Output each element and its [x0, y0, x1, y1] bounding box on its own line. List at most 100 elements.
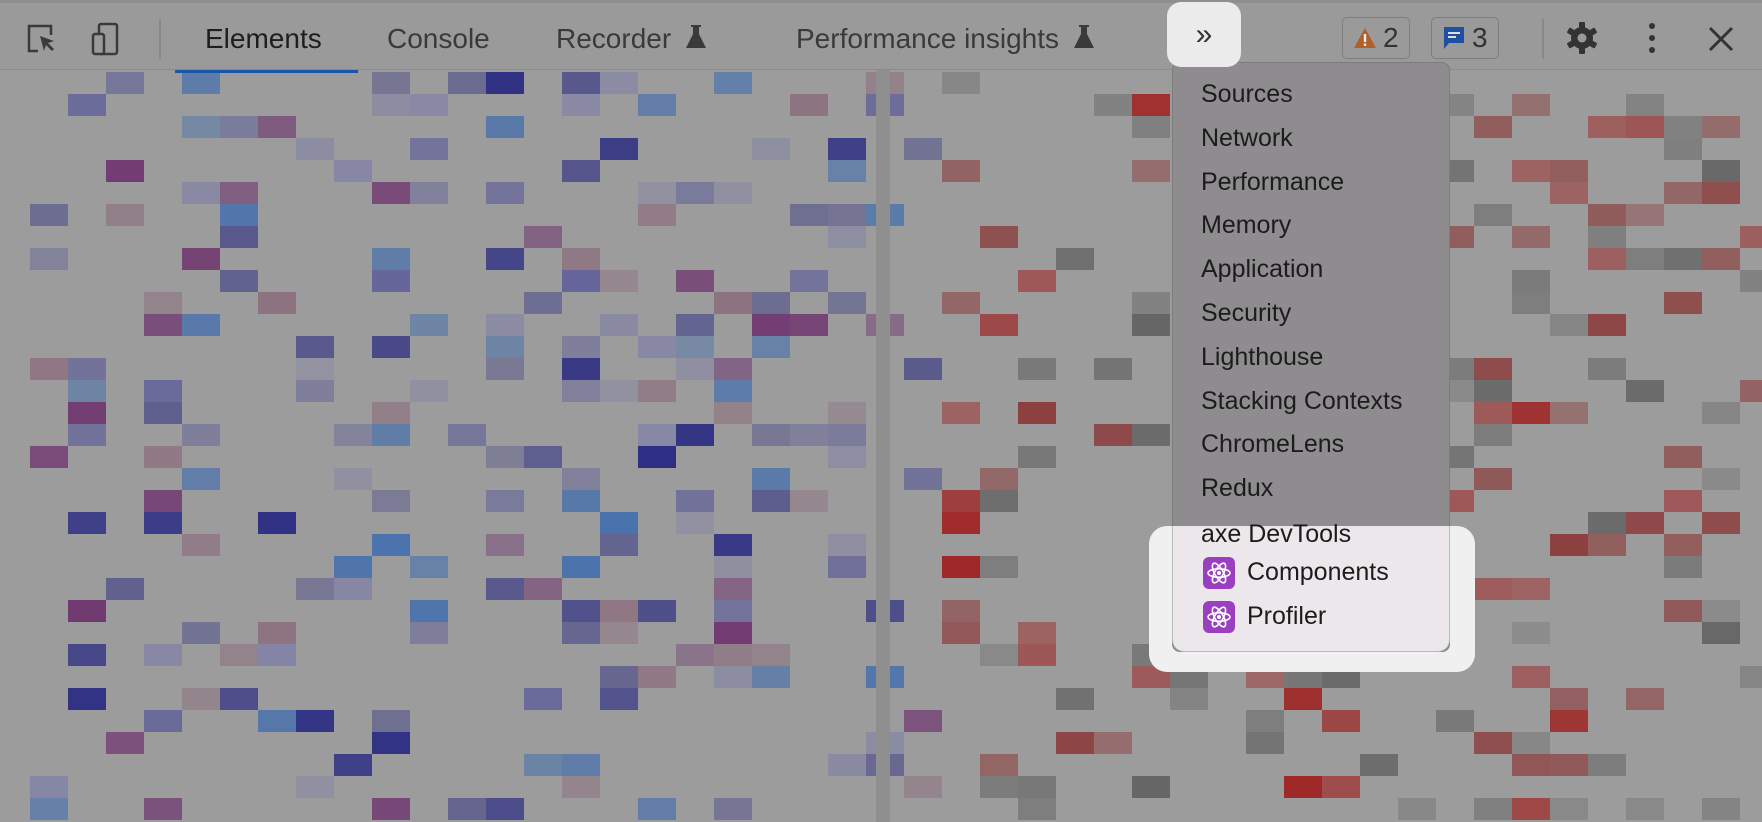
- blurred-pixel: [562, 380, 600, 402]
- blurred-pixel: [1018, 358, 1056, 380]
- blurred-pixel: [942, 160, 980, 182]
- blurred-pixel: [828, 556, 866, 578]
- blurred-pixel: [486, 248, 524, 270]
- blurred-pixel: [1740, 666, 1762, 688]
- blurred-pixel: [524, 446, 562, 468]
- menu-item-redux[interactable]: Redux: [1201, 474, 1273, 503]
- panel-splitter[interactable]: [876, 70, 890, 822]
- blurred-pixel: [1474, 402, 1512, 424]
- warnings-badge[interactable]: 2: [1342, 17, 1410, 59]
- menu-item-lighthouse[interactable]: Lighthouse: [1201, 343, 1323, 372]
- blurred-pixel: [562, 248, 600, 270]
- blurred-pixel: [410, 556, 448, 578]
- blurred-pixel: [1474, 468, 1512, 490]
- menu-item-memory[interactable]: Memory: [1201, 211, 1291, 240]
- tab-performance-insights[interactable]: Performance insights: [796, 23, 1095, 55]
- messages-badge[interactable]: 3: [1431, 17, 1499, 59]
- blurred-pixel: [1702, 622, 1740, 644]
- blurred-pixel: [182, 314, 220, 336]
- blurred-pixel: [980, 314, 1018, 336]
- blurred-pixel: [1626, 94, 1664, 116]
- blurred-pixel: [220, 116, 258, 138]
- gear-icon[interactable]: [1564, 20, 1600, 56]
- menu-item-chromelens[interactable]: ChromeLens: [1201, 430, 1344, 459]
- blurred-pixel: [410, 182, 448, 204]
- blurred-pixel: [752, 292, 790, 314]
- menu-item-stacking-contexts[interactable]: Stacking Contexts: [1201, 387, 1403, 416]
- more-tabs-button[interactable]: »: [1167, 2, 1241, 67]
- blurred-pixel: [904, 776, 942, 798]
- blurred-pixel: [1056, 732, 1094, 754]
- device-toolbar-icon[interactable]: [88, 21, 124, 57]
- blurred-pixel: [1626, 116, 1664, 138]
- blurred-pixel: [372, 710, 410, 732]
- blurred-pixel: [106, 578, 144, 600]
- menu-item-sources[interactable]: Sources: [1201, 80, 1293, 109]
- blurred-pixel: [562, 600, 600, 622]
- blurred-pixel: [1474, 380, 1512, 402]
- blurred-pixel: [1512, 798, 1550, 820]
- blurred-pixel: [30, 204, 68, 226]
- blurred-pixel: [1474, 578, 1512, 600]
- blurred-pixel: [182, 688, 220, 710]
- blurred-pixel: [600, 666, 638, 688]
- blurred-pixel: [638, 182, 676, 204]
- blurred-pixel: [30, 358, 68, 380]
- blurred-pixel: [30, 248, 68, 270]
- blurred-pixel: [676, 490, 714, 512]
- toolbar-divider: [159, 19, 161, 59]
- blurred-pixel: [296, 358, 334, 380]
- tab-recorder[interactable]: Recorder: [556, 23, 707, 55]
- blurred-pixel: [1436, 710, 1474, 732]
- close-icon[interactable]: [1703, 21, 1739, 57]
- menu-item-profiler[interactable]: Profiler: [1203, 600, 1326, 633]
- inspect-element-icon[interactable]: [24, 21, 60, 57]
- tab-console[interactable]: Console: [387, 23, 490, 55]
- menu-item-network[interactable]: Network: [1201, 124, 1293, 153]
- menu-item-components[interactable]: Components: [1203, 556, 1389, 589]
- blurred-pixel: [1132, 424, 1170, 446]
- blurred-pixel: [1664, 116, 1702, 138]
- blurred-pixel: [752, 424, 790, 446]
- kebab-menu-icon[interactable]: [1634, 20, 1670, 56]
- blurred-pixel: [1588, 512, 1626, 534]
- blurred-pixel: [258, 710, 296, 732]
- blurred-pixel: [904, 138, 942, 160]
- blurred-pixel: [1740, 270, 1762, 292]
- blurred-pixel: [486, 358, 524, 380]
- blurred-pixel: [372, 336, 410, 358]
- blurred-pixel: [68, 424, 106, 446]
- menu-item-application[interactable]: Application: [1201, 255, 1323, 284]
- blurred-pixel: [638, 204, 676, 226]
- menu-item-performance[interactable]: Performance: [1201, 168, 1344, 197]
- highlighted-menu-section: axe DevTools Components Profiler: [1172, 520, 1450, 652]
- blurred-pixel: [144, 292, 182, 314]
- blurred-pixel: [1474, 732, 1512, 754]
- blurred-pixel: [1018, 798, 1056, 820]
- blurred-pixel: [1360, 754, 1398, 776]
- blurred-pixel: [1512, 94, 1550, 116]
- tab-elements[interactable]: Elements: [205, 23, 322, 55]
- menu-item-security[interactable]: Security: [1201, 299, 1291, 328]
- blurred-pixel: [296, 578, 334, 600]
- blurred-pixel: [524, 292, 562, 314]
- blurred-pixel: [1550, 182, 1588, 204]
- blurred-pixel: [676, 182, 714, 204]
- blurred-pixel: [144, 710, 182, 732]
- blurred-pixel: [1626, 248, 1664, 270]
- blurred-pixel: [486, 336, 524, 358]
- menu-item-axe-devtools[interactable]: axe DevTools: [1201, 520, 1351, 549]
- blurred-pixel: [144, 446, 182, 468]
- blurred-pixel: [68, 380, 106, 402]
- blurred-pixel: [1702, 182, 1740, 204]
- blurred-pixel: [1512, 402, 1550, 424]
- blurred-pixel: [600, 600, 638, 622]
- blurred-pixel: [1246, 732, 1284, 754]
- blurred-pixel: [1512, 666, 1550, 688]
- blurred-pixel: [372, 402, 410, 424]
- blurred-pixel: [1550, 688, 1588, 710]
- experiment-flask-icon: [686, 25, 707, 48]
- blurred-pixel: [144, 402, 182, 424]
- blurred-pixel: [1512, 732, 1550, 754]
- devtools-toolbar: Elements Console Recorder Performance in…: [0, 0, 1762, 73]
